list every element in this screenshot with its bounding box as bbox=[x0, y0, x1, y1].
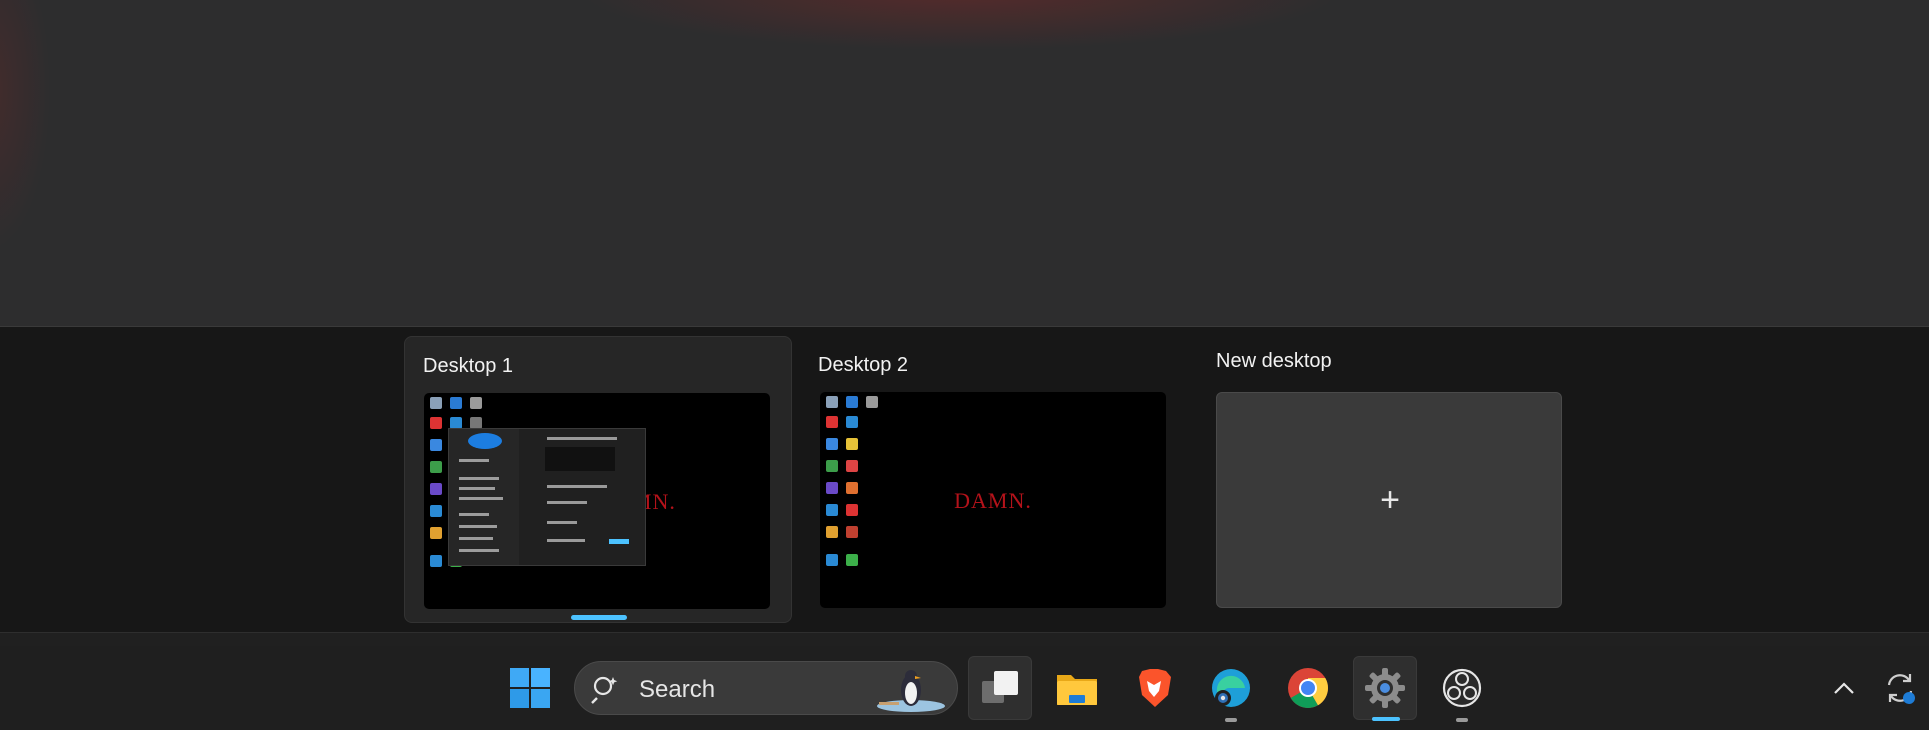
taskbar: Search bbox=[0, 646, 1929, 730]
desktop-1-card[interactable]: Desktop 1 DAMN. bbox=[404, 336, 792, 623]
desktop-1-title[interactable]: Desktop 1 bbox=[423, 355, 513, 378]
obs-running-indicator bbox=[1456, 718, 1468, 722]
chrome-browser-icon[interactable] bbox=[1276, 656, 1340, 720]
edge-browser-icon[interactable] bbox=[1199, 656, 1263, 722]
desktop-2-thumbnail[interactable]: DAMN. bbox=[820, 392, 1166, 608]
folder-icon[interactable] bbox=[1045, 656, 1109, 720]
sync-update-icon[interactable] bbox=[1880, 668, 1920, 708]
blue-cursor-mark bbox=[468, 433, 502, 449]
search-label: Search bbox=[639, 676, 716, 703]
desktop-2-title[interactable]: Desktop 2 bbox=[818, 354, 908, 377]
new-desktop-button[interactable]: + bbox=[1216, 392, 1562, 608]
desktop-1-thumbnail[interactable]: DAMN. bbox=[424, 393, 770, 609]
obs-studio-icon[interactable] bbox=[1430, 656, 1494, 722]
wallpaper-text: DAMN. bbox=[954, 488, 1032, 513]
settings-active-indicator bbox=[1372, 717, 1400, 721]
task-view-icon[interactable] bbox=[968, 656, 1032, 720]
new-desktop-title: New desktop bbox=[1216, 350, 1332, 372]
search-highlight-penguin-icon bbox=[877, 670, 945, 712]
active-desktop-indicator bbox=[571, 615, 627, 620]
new-desktop-card[interactable]: New desktop + bbox=[1197, 336, 1583, 621]
taskbar-search-box[interactable]: Search bbox=[574, 661, 958, 715]
desktop-2-card[interactable]: Desktop 2 DAMN. bbox=[800, 336, 1186, 621]
blurred-desktop-backdrop bbox=[0, 0, 1929, 327]
open-window-preview bbox=[448, 428, 646, 566]
edge-running-indicator bbox=[1225, 718, 1237, 722]
chevron-up-icon[interactable] bbox=[1824, 668, 1864, 708]
plus-icon: + bbox=[1380, 481, 1400, 519]
settings-gear-icon[interactable] bbox=[1353, 656, 1417, 721]
windows-start-icon[interactable] bbox=[498, 656, 562, 720]
strip-divider bbox=[0, 632, 1929, 647]
brave-browser-icon[interactable] bbox=[1122, 656, 1186, 720]
search-icon bbox=[591, 676, 618, 704]
